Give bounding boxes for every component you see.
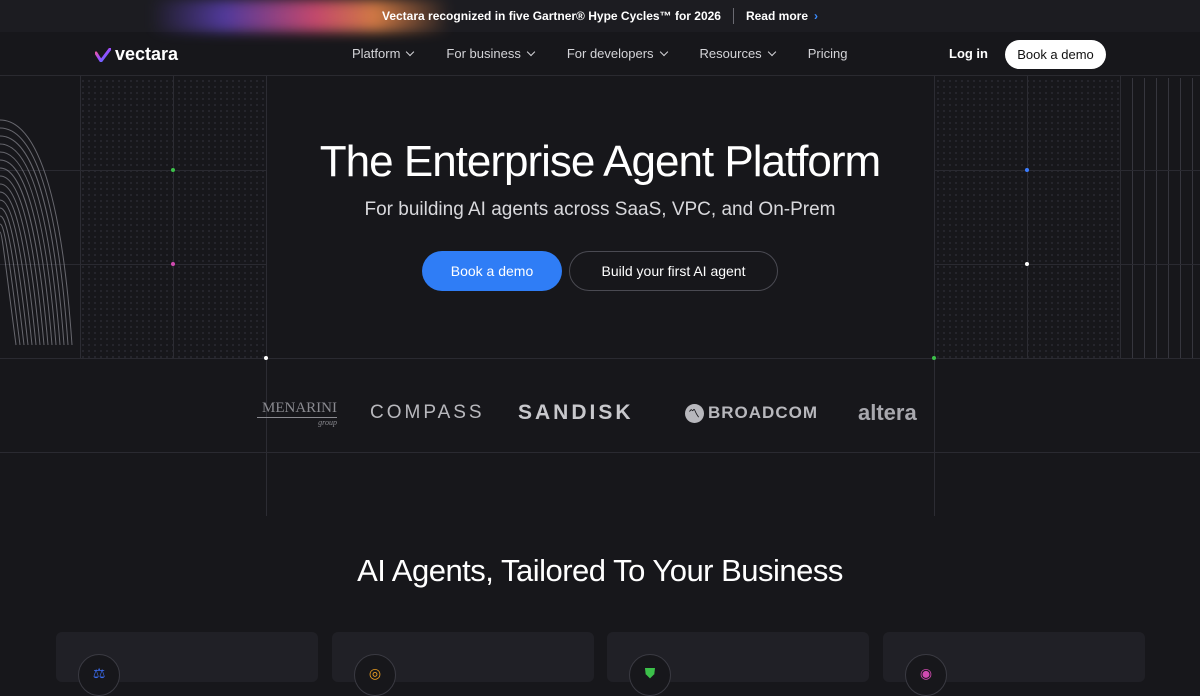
announcement-bar: Vectara recognized in five Gartner® Hype…	[0, 0, 1200, 32]
announcement-divider	[732, 8, 734, 24]
grid-line	[934, 264, 1200, 265]
chevron-down-icon	[406, 47, 415, 57]
read-more-link[interactable]: Read more ›	[746, 9, 818, 23]
scales-icon: ⚖	[78, 654, 120, 696]
grid-line	[0, 358, 1200, 359]
accent-dot	[932, 356, 936, 360]
accent-dot	[1025, 262, 1029, 266]
hero-subtitle: For building AI agents across SaaS, VPC,…	[364, 199, 836, 220]
main-menu: Platform For business For developers Res…	[352, 46, 847, 61]
nav-item-pricing[interactable]: Pricing	[808, 46, 848, 61]
nav-item-for-developers[interactable]: For developers	[567, 46, 668, 61]
announcement-text: Vectara recognized in five Gartner® Hype…	[381, 9, 721, 23]
feature-card[interactable]: ◉	[883, 632, 1145, 696]
book-demo-button[interactable]: Book a demo	[422, 251, 562, 291]
menarini-logo: MENARINI group	[257, 395, 337, 431]
nav-item-for-business[interactable]: For business	[446, 46, 536, 61]
broadcom-logo: 〽 BROADCOM	[685, 395, 818, 431]
shield-icon: ⛊	[629, 654, 671, 696]
accent-dot	[264, 356, 268, 360]
grid-line	[0, 452, 1200, 453]
hero-title: The Enterprise Agent Platform	[319, 137, 881, 186]
nav-item-platform[interactable]: Platform	[352, 46, 415, 61]
chevron-down-icon	[659, 47, 668, 57]
build-agent-button[interactable]: Build your first AI agent	[569, 251, 778, 291]
sandisk-logo: SANDISK	[518, 401, 634, 424]
chevron-down-icon	[526, 47, 536, 57]
vectara-logo[interactable]: vectara	[95, 44, 178, 65]
feature-card[interactable]: ⚖	[56, 632, 318, 696]
logo-text: vectara	[115, 44, 179, 64]
book-demo-nav-button[interactable]: Book a demo	[1005, 40, 1106, 69]
broadcom-mark-icon: 〽	[685, 403, 704, 423]
section-title: AI Agents, Tailored To Your Business	[357, 553, 843, 588]
login-link[interactable]: Log in	[949, 46, 988, 61]
accent-dot	[171, 262, 175, 266]
fingerprint-icon: ◉	[905, 654, 947, 696]
customer-logos: MENARINI group COMPASS SANDISK 〽 BROADCO…	[0, 395, 1200, 431]
chevron-right-icon: ›	[814, 9, 818, 23]
nav-item-resources[interactable]: Resources	[700, 46, 776, 61]
feature-card[interactable]: ◎	[332, 632, 594, 696]
target-icon: ◎	[354, 654, 396, 696]
chevron-down-icon	[767, 47, 776, 57]
feature-card[interactable]: ⛊	[607, 632, 869, 696]
logo-check-icon	[95, 47, 111, 62]
altera-logo: altera	[858, 400, 917, 425]
compass-logo: COMPASS	[370, 402, 485, 423]
